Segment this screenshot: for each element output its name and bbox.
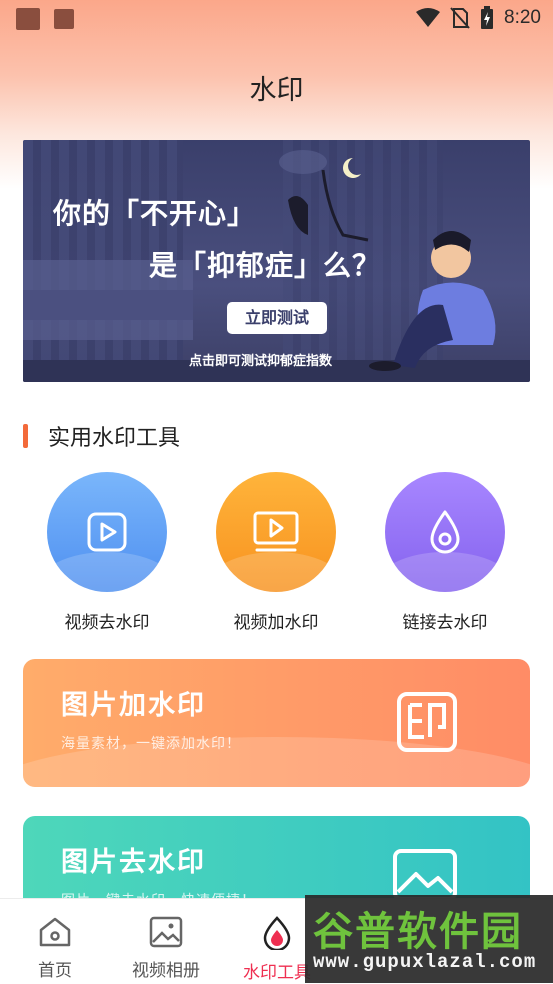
card-image-add-watermark[interactable]: 图片加水印 海量素材，一键添加水印！ <box>23 659 530 787</box>
banner-subtitle: 点击即可测试抑郁症指数 <box>189 354 333 369</box>
image-icon <box>393 849 457 901</box>
water-drop-icon <box>263 916 291 950</box>
banner-headline-1: 你的「不开心」 <box>53 197 257 230</box>
video-screen-icon <box>253 511 299 552</box>
battery-charging-icon <box>481 6 494 29</box>
nav-label: 首页 <box>38 961 72 981</box>
nav-item-home[interactable]: 首页 <box>0 899 110 981</box>
notification-icon <box>54 9 74 29</box>
notification-icon <box>16 8 40 30</box>
tool-icon-circle <box>385 472 505 592</box>
depression-test-banner[interactable]: 你的「不开心」 是「抑郁症」么？ 立即测试 点击即可测试抑郁症指数 <box>23 140 530 382</box>
page-title: 水印 <box>249 75 304 106</box>
tool-label: 视频去水印 <box>64 613 150 633</box>
tool-link-remove-watermark[interactable]: 链接去水印 <box>370 472 520 633</box>
video-play-icon <box>87 512 127 552</box>
card-title: 图片加水印 <box>61 690 206 721</box>
tool-label: 视频加水印 <box>233 613 319 633</box>
seal-stamp-icon <box>397 692 457 752</box>
clock: 8:20 <box>504 7 541 28</box>
banner-headline-2: 是「抑郁症」么？ <box>149 249 382 282</box>
section-header: 实用水印工具 <box>23 420 180 452</box>
site-watermark-overlay: 谷普软件园 www.gupuxlazal.com <box>305 895 553 983</box>
tool-label: 链接去水印 <box>402 613 488 633</box>
card-subtitle: 海量素材，一键添加水印！ <box>61 736 241 752</box>
tool-video-add-watermark[interactable]: 视频加水印 <box>201 472 351 633</box>
no-sim-icon <box>450 7 470 29</box>
water-drop-icon <box>430 510 460 554</box>
nav-label: 视频相册 <box>132 961 200 981</box>
wifi-icon <box>416 8 441 27</box>
card-title: 图片去水印 <box>61 847 206 878</box>
section-title: 实用水印工具 <box>48 426 181 451</box>
start-test-button[interactable]: 立即测试 <box>227 302 327 334</box>
tool-video-remove-watermark[interactable]: 视频去水印 <box>32 472 182 633</box>
nav-item-video-album[interactable]: 视频相册 <box>111 899 221 981</box>
status-bar: 8:20 <box>0 0 553 38</box>
watermark-url: www.gupuxlazal.com <box>313 951 537 973</box>
section-accent-bar <box>23 424 28 448</box>
watermark-brand: 谷普软件园 <box>313 909 523 955</box>
photo-album-icon <box>149 916 183 948</box>
home-icon <box>39 917 71 947</box>
tool-icon-circle <box>216 472 336 592</box>
tool-icon-circle <box>47 472 167 592</box>
